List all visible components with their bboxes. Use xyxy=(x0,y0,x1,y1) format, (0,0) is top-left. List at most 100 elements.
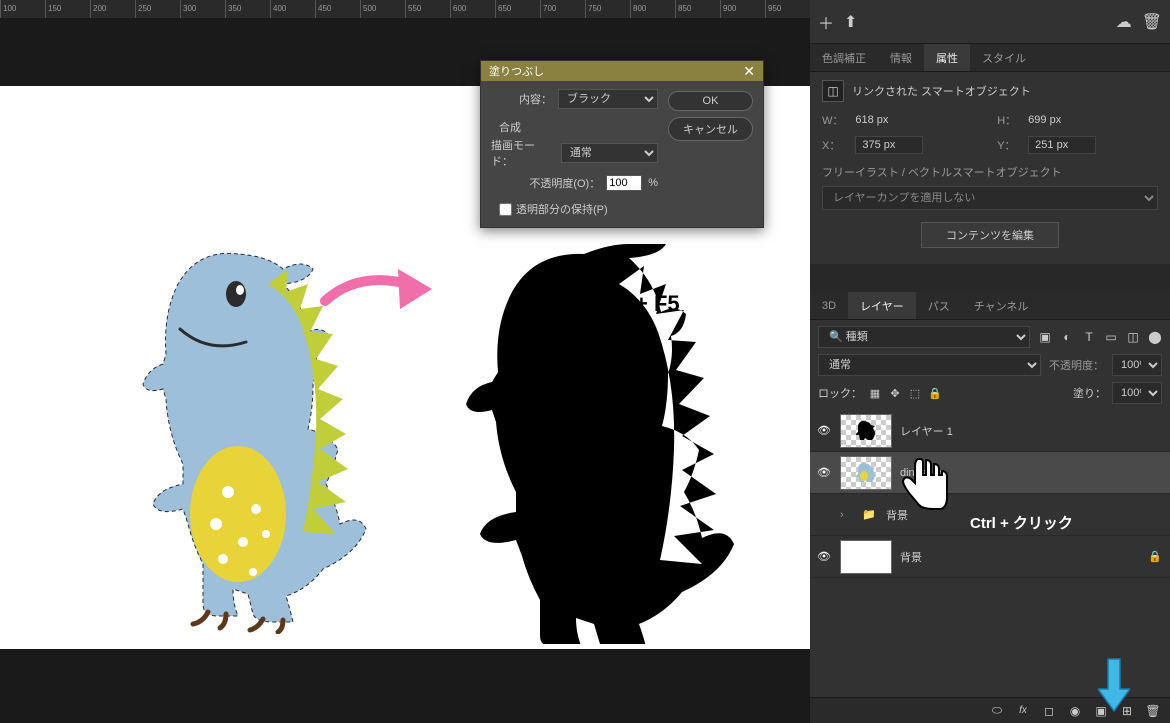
filter-image-icon[interactable]: ▣ xyxy=(1038,330,1052,344)
layer-row[interactable]: dinosaur xyxy=(810,452,1170,494)
lock-icon[interactable]: 🔒 xyxy=(1148,550,1164,563)
ruler-tick: 400 xyxy=(270,0,315,18)
fill-dialog: 塗りつぶし ✕ 内容： ブラック 合成 描画モード： 通常 不透明度(O)： %… xyxy=(480,60,764,228)
x-label: X： xyxy=(822,137,843,153)
layer-list: レイヤー 1 dinosaur › 📁 背景背景 🔒 xyxy=(810,410,1170,697)
fx-icon[interactable]: fx xyxy=(1016,704,1030,718)
tab-paths[interactable]: パス xyxy=(916,292,962,319)
visibility-toggle[interactable] xyxy=(816,424,832,437)
add-icon[interactable]: ＋ xyxy=(818,10,834,34)
ruler-tick: 750 xyxy=(585,0,630,18)
width-label: W： xyxy=(822,112,843,128)
blue-arrow-annotation xyxy=(1098,657,1130,713)
tab-style[interactable]: スタイル xyxy=(970,44,1038,71)
filter-shape-icon[interactable]: ▭ xyxy=(1104,330,1118,344)
opacity-input[interactable] xyxy=(606,175,642,191)
ok-button[interactable]: OK xyxy=(668,91,753,111)
height-value: 699 px xyxy=(1028,114,1158,126)
properties-tabs: 色調補正 情報 属性 スタイル xyxy=(810,44,1170,72)
fill-opacity-input[interactable]: 100% xyxy=(1112,382,1162,404)
ruler-tick: 100 xyxy=(0,0,45,18)
link-layers-icon[interactable]: ⬭ xyxy=(990,704,1004,718)
ruler-tick: 300 xyxy=(180,0,225,18)
ruler-tick: 500 xyxy=(360,0,405,18)
tab-color-adjust[interactable]: 色調補正 xyxy=(810,44,878,71)
content-label: 内容： xyxy=(519,91,552,107)
folder-icon: 📁 xyxy=(860,498,878,532)
layer-thumbnail[interactable] xyxy=(840,456,892,490)
link-path-label: フリーイラスト / ベクトルスマートオブジェクト xyxy=(822,164,1158,180)
cancel-button[interactable]: キャンセル xyxy=(668,117,753,141)
layer-comp-select[interactable]: レイヤーカンプを適用しない xyxy=(822,186,1158,210)
dialog-titlebar[interactable]: 塗りつぶし ✕ xyxy=(481,61,763,81)
upload-icon[interactable]: ⬆ xyxy=(844,12,857,32)
trash-icon[interactable]: 🗑 xyxy=(1142,12,1162,32)
ruler-tick: 800 xyxy=(630,0,675,18)
properties-panel: ◫ リンクされた スマートオブジェクト W： 618 px H： 699 px … xyxy=(810,72,1170,264)
tab-properties[interactable]: 属性 xyxy=(924,44,970,71)
ruler-tick: 600 xyxy=(450,0,495,18)
layer-thumbnail[interactable] xyxy=(840,540,892,574)
properties-header-text: リンクされた スマートオブジェクト xyxy=(852,83,1031,99)
blend-mode-label: 描画モード： xyxy=(491,137,555,169)
right-panels: ＋ ⬆ ☁ 🗑 色調補正 情報 属性 スタイル ◫ リンクされた スマートオブジ… xyxy=(810,0,1170,723)
opacity-label: 不透明度(O)： xyxy=(529,175,600,191)
preserve-transparency-checkbox[interactable] xyxy=(499,203,512,216)
height-label: H： xyxy=(997,112,1016,128)
pink-arrow-annotation xyxy=(320,261,440,321)
opacity-unit: % xyxy=(648,177,658,189)
cloud-icon[interactable]: ☁ xyxy=(1116,12,1132,32)
y-input[interactable] xyxy=(1028,136,1096,154)
layer-thumbnail[interactable] xyxy=(840,414,892,448)
horizontal-ruler: 1001502002503003504004505005506006507007… xyxy=(0,0,810,18)
ruler-tick: 550 xyxy=(405,0,450,18)
lock-pixels-icon[interactable]: ▦ xyxy=(868,386,882,400)
ruler-tick: 200 xyxy=(90,0,135,18)
blend-mode-select[interactable]: 通常 xyxy=(561,143,658,163)
ruler-tick: 850 xyxy=(675,0,720,18)
smart-object-icon: ◫ xyxy=(822,80,844,102)
mask-icon[interactable]: ◻ xyxy=(1042,704,1056,718)
ruler-tick: 900 xyxy=(720,0,765,18)
delete-layer-icon[interactable]: 🗑 xyxy=(1146,704,1160,718)
library-strip: ＋ ⬆ ☁ 🗑 xyxy=(810,0,1170,44)
blend-mode-select[interactable]: 通常 xyxy=(818,354,1041,376)
layer-opacity-input[interactable]: 100% xyxy=(1112,354,1162,376)
lock-artboard-icon[interactable]: ⬚ xyxy=(908,386,922,400)
filter-adjust-icon[interactable]: ◐ xyxy=(1060,330,1074,344)
y-label: Y： xyxy=(997,137,1016,153)
tab-3d[interactable]: 3D xyxy=(810,292,848,319)
filter-text-icon[interactable]: T xyxy=(1082,330,1096,344)
ruler-tick: 650 xyxy=(495,0,540,18)
panel-gap xyxy=(810,264,1170,292)
layer-row[interactable]: レイヤー 1 xyxy=(810,410,1170,452)
filter-smart-icon[interactable]: ◫ xyxy=(1126,330,1140,344)
visibility-toggle[interactable] xyxy=(816,466,832,479)
ctrl-click-annotation: Ctrl + クリック xyxy=(970,512,1073,533)
ruler-tick: 450 xyxy=(315,0,360,18)
layer-opacity-label: 不透明度： xyxy=(1049,357,1104,373)
expand-icon[interactable]: › xyxy=(840,509,852,521)
close-icon[interactable]: ✕ xyxy=(743,64,755,78)
preserve-transparency-label: 透明部分の保持(P) xyxy=(516,201,608,217)
layers-tabs: 3D レイヤー パス チャンネル xyxy=(810,292,1170,320)
lock-all-icon[interactable]: 🔒 xyxy=(928,386,942,400)
layer-name[interactable]: 背景 xyxy=(900,549,1140,565)
ruler-tick: 700 xyxy=(540,0,585,18)
fill-label: 塗り： xyxy=(1073,385,1106,401)
filter-toggle-icon[interactable]: ⬤ xyxy=(1148,330,1162,344)
content-select[interactable]: ブラック xyxy=(558,89,658,109)
tab-layers[interactable]: レイヤー xyxy=(848,292,916,319)
x-input[interactable] xyxy=(855,136,923,154)
adjustment-icon[interactable]: ◉ xyxy=(1068,704,1082,718)
visibility-toggle[interactable] xyxy=(816,550,832,563)
tab-info[interactable]: 情報 xyxy=(878,44,924,71)
composite-section-label: 合成 xyxy=(491,115,658,137)
layer-row[interactable]: 背景 🔒 xyxy=(810,536,1170,578)
layer-filter-select[interactable]: 🔍 種類 xyxy=(818,326,1030,348)
tab-channels[interactable]: チャンネル xyxy=(962,292,1041,319)
width-value: 618 px xyxy=(855,114,985,126)
layer-name[interactable]: レイヤー 1 xyxy=(900,423,1164,439)
edit-contents-button[interactable]: コンテンツを編集 xyxy=(921,222,1059,248)
lock-position-icon[interactable]: ✥ xyxy=(888,386,902,400)
